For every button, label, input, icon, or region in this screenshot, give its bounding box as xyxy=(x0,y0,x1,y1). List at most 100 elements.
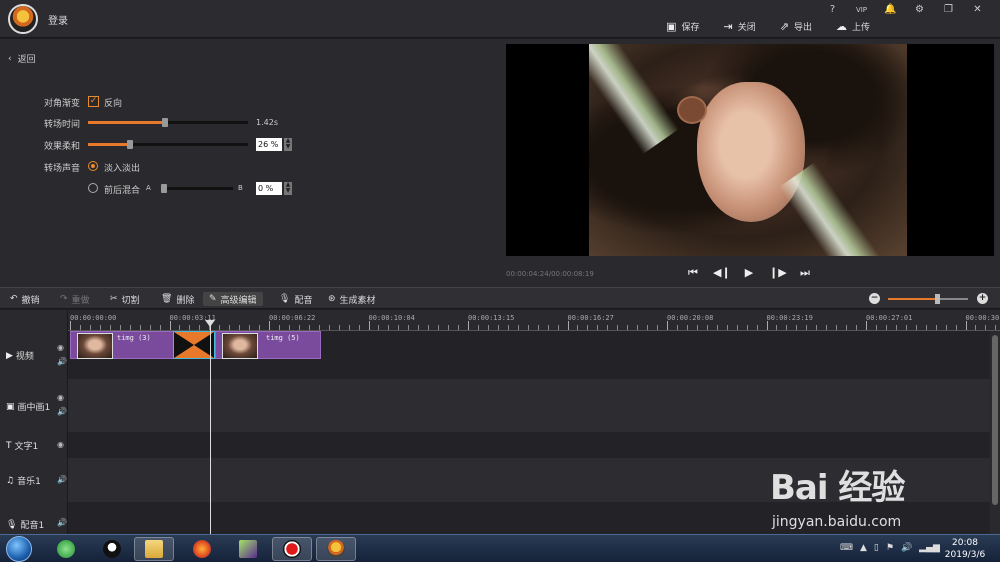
ruler-tick xyxy=(995,325,997,330)
transition-time-knob[interactable] xyxy=(161,118,168,127)
save-button[interactable]: ▣ 保存 xyxy=(666,20,699,33)
undo-button[interactable]: ↶ 撤销 xyxy=(10,292,40,306)
eye-icon[interactable]: ◉ xyxy=(57,440,64,449)
track-text[interactable]: T 文字1 xyxy=(6,439,38,453)
upload-button[interactable]: ☁ 上传 xyxy=(836,20,870,33)
softness-input[interactable]: 26 % xyxy=(256,138,282,151)
speaker-icon[interactable]: 🔊 xyxy=(57,357,67,366)
track-music[interactable]: ♫ 音乐1 xyxy=(6,474,41,488)
softness-spinner[interactable]: ▲ ▼ xyxy=(284,138,292,151)
bell-icon[interactable]: 🔔 xyxy=(876,3,905,17)
transition-settings-panel: ‹ 返回 对角渐变 ✓ 反向 转场时间 1.42s 效果柔和 26 % ▲ ▼ … xyxy=(0,39,500,287)
zoom-out-icon[interactable]: − xyxy=(869,293,880,304)
login-link[interactable]: 登录 xyxy=(48,12,68,27)
taskbar-app-360[interactable] xyxy=(46,537,86,561)
timeline-scrollbar[interactable] xyxy=(990,331,1000,534)
advanced-edit-button[interactable]: ✎ 高级编辑 xyxy=(203,292,263,306)
skip-end-icon[interactable]: ⏭ xyxy=(797,265,813,281)
mix-input[interactable]: 0 % xyxy=(256,182,282,195)
ruler-tick xyxy=(676,325,678,330)
track-video[interactable]: ▶ 视频 xyxy=(6,349,34,363)
ruler-tick xyxy=(617,325,619,330)
taskbar-app-qq[interactable] xyxy=(92,537,132,561)
taskbar-app-recorder[interactable] xyxy=(272,537,312,561)
video-clip[interactable]: timg (5) xyxy=(215,331,321,359)
ruler-tick xyxy=(856,325,858,330)
flag-icon[interactable]: ⚑ xyxy=(886,543,894,553)
eye-icon[interactable]: ◉ xyxy=(57,393,64,402)
taskbar-app-player[interactable] xyxy=(228,537,268,561)
speaker-icon[interactable]: 🔊 xyxy=(57,407,67,416)
generate-label: 生成素材 xyxy=(339,295,376,306)
taskbar-app-firefox[interactable] xyxy=(182,537,222,561)
fade-radio[interactable] xyxy=(88,161,98,171)
baidu-watermark: Bai 经验 jingyan.baidu.com xyxy=(770,460,970,540)
help-icon[interactable]: ? xyxy=(818,3,847,17)
zoom-knob[interactable] xyxy=(934,294,940,304)
preview-panel: 00:00:04:24/00:00:08:19 ⏮ ◀❙ ▶ ❙▶ ⏭ xyxy=(500,39,1000,287)
pip-lane[interactable] xyxy=(68,379,990,432)
ruler-tick xyxy=(159,325,161,330)
redo-button[interactable]: ↷ 重做 xyxy=(60,292,90,306)
video-clip[interactable]: timg (3) xyxy=(70,331,174,359)
playback-controls: ⏮ ◀❙ ▶ ❙▶ ⏭ xyxy=(685,265,813,281)
playhead-handle[interactable] xyxy=(205,320,215,327)
transition-time-slider[interactable] xyxy=(88,118,248,127)
taskbar-app-explorer[interactable] xyxy=(134,537,174,561)
ruler-tick xyxy=(328,325,330,330)
start-button[interactable] xyxy=(6,536,32,562)
device-icon[interactable]: ▯ xyxy=(874,543,879,553)
skip-start-icon[interactable]: ⏮ xyxy=(685,265,701,281)
transition-time-fill xyxy=(88,121,165,124)
tray-arrow-icon[interactable]: ▲ xyxy=(860,543,867,553)
diagonal-gradient-row: 对角渐变 ✓ 反向 xyxy=(0,95,500,109)
zoom-in-icon[interactable]: + xyxy=(977,293,988,304)
generate-button[interactable]: ⊛ 生成素材 xyxy=(328,292,376,306)
dub-button[interactable]: 🎙 配音 xyxy=(279,292,312,306)
ruler-tick xyxy=(278,325,280,330)
softness-row: 效果柔和 26 % ▲ ▼ xyxy=(0,138,500,152)
mix-spinner[interactable]: ▲ ▼ xyxy=(284,182,292,195)
track-pip[interactable]: ▣ 画中画1 xyxy=(6,400,50,414)
ruler-tick xyxy=(607,325,609,330)
restore-icon[interactable]: ❐ xyxy=(934,3,963,17)
mix-knob[interactable] xyxy=(161,184,167,193)
undo-icon: ↶ xyxy=(10,294,18,304)
play-icon[interactable]: ▶ xyxy=(741,265,757,281)
scrollbar-thumb[interactable] xyxy=(992,335,998,505)
step-forward-icon[interactable]: ❙▶ xyxy=(769,265,787,281)
speaker-icon[interactable]: 🔊 xyxy=(57,518,67,527)
step-back-icon[interactable]: ◀❙ xyxy=(713,265,731,281)
eye-icon[interactable]: ◉ xyxy=(57,343,64,352)
mix-slider[interactable] xyxy=(161,184,233,193)
mix-radio[interactable] xyxy=(88,183,98,193)
transition-block[interactable] xyxy=(173,331,215,359)
network-icon[interactable]: ▂▄▆ xyxy=(919,543,940,553)
softness-knob[interactable] xyxy=(126,140,133,149)
volume-icon[interactable]: 🔊 xyxy=(901,543,912,553)
taskbar-app-editor[interactable] xyxy=(316,537,356,561)
track-dub[interactable]: 🎙 配音1 xyxy=(6,518,44,532)
zoom-slider[interactable] xyxy=(888,294,968,304)
playhead[interactable] xyxy=(210,320,211,534)
softness-slider[interactable] xyxy=(88,140,248,149)
ruler-tick xyxy=(826,325,828,330)
ruler-tick xyxy=(189,325,191,330)
close-icon[interactable]: ✕ xyxy=(963,3,992,17)
keyboard-icon[interactable]: ⌨ xyxy=(840,543,853,553)
cut-button[interactable]: ✂ 切割 xyxy=(110,292,140,306)
close-project-button[interactable]: ⇥ 关闭 xyxy=(724,20,756,33)
back-button[interactable]: ‹ 返回 xyxy=(8,52,36,66)
mix-b-label: B xyxy=(238,184,243,192)
delete-button[interactable]: 🗑 删除 xyxy=(161,292,194,306)
delete-label: 删除 xyxy=(176,295,195,306)
taskbar-clock[interactable]: 20:08 2019/3/6 xyxy=(938,537,992,561)
speaker-icon[interactable]: 🔊 xyxy=(57,475,67,484)
export-button[interactable]: ⇗ 导出 xyxy=(780,20,812,33)
ruler-tick xyxy=(766,321,768,330)
text-lane[interactable] xyxy=(68,432,990,458)
gear-icon[interactable]: ⚙ xyxy=(905,3,934,17)
reverse-checkbox[interactable]: ✓ xyxy=(88,96,99,107)
ruler-tick xyxy=(179,325,181,330)
vip-icon[interactable]: VIP xyxy=(847,3,876,17)
